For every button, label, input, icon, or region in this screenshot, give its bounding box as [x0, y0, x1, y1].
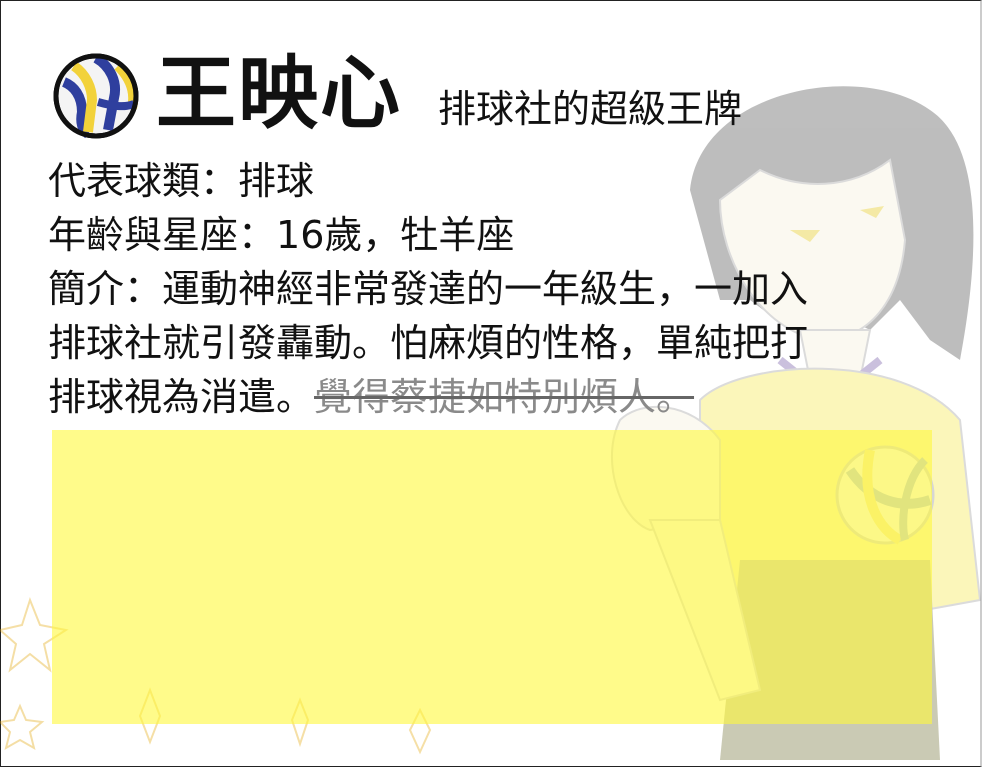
intro-row-2: 排球社就引發轟動。怕麻煩的性格，單純把打: [48, 316, 948, 370]
volleyball-icon: [53, 53, 139, 139]
intro-text-1: 運動神經非常發達的一年級生，一加入: [162, 267, 809, 311]
favorite-ball-value: 排球: [238, 159, 315, 203]
age-zodiac-value: 16歲，牡羊座: [276, 213, 515, 257]
intro-struck-text: 覺得蔡捷如特別煩人。: [314, 375, 695, 419]
character-subtitle: 排球社的超級王牌: [438, 87, 743, 131]
age-zodiac-row: 年齡與星座：16歲，牡羊座: [48, 208, 948, 262]
intro-text-3: 排球視為消遣。: [48, 375, 315, 419]
intro-text-2: 排球社就引發轟動。怕麻煩的性格，單純把打: [48, 321, 809, 365]
character-name: 王映心: [156, 47, 402, 140]
intro-label: 簡介：: [48, 267, 163, 311]
highlight-box: [52, 430, 932, 724]
favorite-ball-label: 代表球類：: [48, 159, 239, 203]
intro-row-3: 排球視為消遣。覺得蔡捷如特別煩人。: [48, 370, 948, 424]
character-profile: 代表球類：排球 年齡與星座：16歲，牡羊座 簡介：運動神經非常發達的一年級生，一…: [48, 154, 948, 424]
intro-row-1: 簡介：運動神經非常發達的一年級生，一加入: [48, 262, 948, 316]
favorite-ball-row: 代表球類：排球: [48, 154, 948, 208]
age-zodiac-label: 年齡與星座：: [48, 213, 277, 257]
